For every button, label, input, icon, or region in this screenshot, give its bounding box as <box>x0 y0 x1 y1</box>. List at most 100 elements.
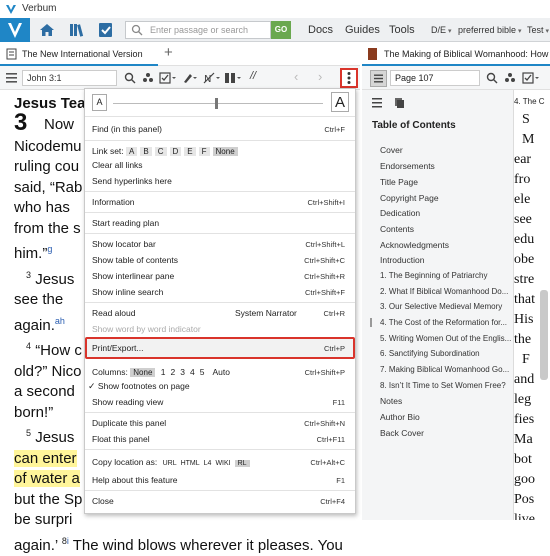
copy-as-url[interactable]: URL <box>163 460 177 467</box>
copy-as-l4[interactable]: L4 <box>204 460 212 467</box>
toc-item[interactable]: 8. Isn’t It Time to Set Women Free? <box>380 381 506 390</box>
toc-item-active[interactable]: 4. The Cost of the Reformation for... <box>370 318 507 327</box>
right-panel-menu-button[interactable] <box>370 70 387 87</box>
show-footnotes-on-page[interactable]: ✓ Show footnotes on page <box>88 381 190 392</box>
verbum-home-button[interactable] <box>0 18 30 42</box>
page-input[interactable]: Page 107 <box>390 70 480 86</box>
zoom-larger-button[interactable]: A <box>331 92 349 112</box>
print-export-item[interactable]: Print/Export... <box>92 343 144 353</box>
toc-item[interactable]: Cover <box>380 145 403 155</box>
show-locator-bar[interactable]: Show locator bar <box>92 239 156 249</box>
toc-item[interactable]: Back Cover <box>380 428 424 438</box>
link-set-none[interactable]: None <box>213 147 238 156</box>
toc-item[interactable]: Contents <box>380 224 414 234</box>
toc-item[interactable]: 2. What If Biblical Womanhood Do... <box>380 287 508 296</box>
show-inline-search[interactable]: Show inline search <box>92 287 163 297</box>
toc-item[interactable]: Dedication <box>380 208 420 218</box>
toc-item[interactable]: 3. Our Selective Medieval Memory <box>380 302 502 311</box>
forward-arrow-icon[interactable]: › <box>318 69 322 84</box>
right-view-options-icon[interactable] <box>522 72 542 84</box>
tasks-icon[interactable] <box>97 22 115 38</box>
columns-3[interactable]: 3 <box>180 367 185 377</box>
search-input[interactable]: Enter passage or search <box>125 21 271 39</box>
highlighter-icon[interactable] <box>182 72 198 84</box>
columns-2[interactable]: 2 <box>171 367 176 377</box>
send-hyperlinks-here[interactable]: Send hyperlinks here <box>92 176 172 186</box>
columns-4[interactable]: 4 <box>190 367 195 377</box>
link-set-c[interactable]: C <box>155 147 167 156</box>
link-set-b[interactable]: B <box>140 147 151 156</box>
columns-none[interactable]: None <box>130 368 155 377</box>
guides-menu[interactable]: Guides <box>345 18 380 42</box>
columns-5[interactable]: 5 <box>200 367 205 377</box>
go-button[interactable]: GO <box>271 21 291 39</box>
tab-making-of-biblical-womanhood[interactable]: The Making of Biblical Womanhood: How th… <box>362 42 550 66</box>
close-panel[interactable]: Close <box>92 496 114 506</box>
information-item[interactable]: Information <box>92 197 135 207</box>
back-arrow-icon[interactable]: ‹ <box>294 69 298 84</box>
toc-item[interactable]: Author Bio <box>380 412 420 422</box>
columns-auto[interactable]: Auto <box>212 367 230 377</box>
language-menu[interactable]: D/E ▾ <box>431 18 451 42</box>
read-aloud[interactable]: Read aloud <box>92 308 135 318</box>
duplicate-panel[interactable]: Duplicate this panel <box>92 418 166 428</box>
footnote-link[interactable]: i <box>67 536 69 546</box>
copy-as-rl[interactable]: RL <box>235 460 250 467</box>
no-highlight-icon[interactable]: N <box>203 72 221 84</box>
toc-item[interactable]: Notes <box>380 396 402 406</box>
tab-new-international-version[interactable]: The New International Version <box>0 42 158 66</box>
toc-item[interactable]: Acknowledgments <box>380 240 449 250</box>
toc-item[interactable]: 6. Sanctifying Subordination <box>380 349 480 358</box>
copy-as-html[interactable]: HTML <box>181 460 200 467</box>
clear-all-links[interactable]: Clear all links <box>92 160 143 170</box>
columns-1[interactable]: 1 <box>161 367 166 377</box>
link-set-a[interactable]: A <box>126 147 137 156</box>
parallel-resources-icon[interactable] <box>224 72 242 84</box>
zoom-smaller-button[interactable]: A <box>92 94 107 111</box>
toc-item[interactable]: 5. Writing Women Out of the Englis... <box>380 334 511 343</box>
show-table-of-contents[interactable]: Show table of contents <box>92 255 178 265</box>
zoom-slider[interactable] <box>113 103 323 104</box>
docs-menu[interactable]: Docs <box>308 18 333 42</box>
link-set-d[interactable]: D <box>170 147 182 156</box>
parallel-text-icon[interactable]: // <box>250 70 256 82</box>
tools-menu[interactable]: Tools <box>389 18 415 42</box>
toc-item[interactable]: Endorsements <box>380 161 435 171</box>
right-search-icon[interactable] <box>486 72 498 84</box>
zoom-slider-thumb[interactable] <box>215 98 218 109</box>
panel-options-button[interactable] <box>340 68 358 88</box>
toc-item[interactable]: Title Page <box>380 177 418 187</box>
view-options-icon[interactable] <box>159 72 177 84</box>
help-about-feature[interactable]: Help about this feature <box>92 475 178 485</box>
copy-as-wiki[interactable]: WIKI <box>215 460 230 467</box>
read-aloud-voice-select[interactable]: System Narrator <box>235 308 297 318</box>
reference-input[interactable]: John 3:1 <box>22 70 117 86</box>
float-panel[interactable]: Float this panel <box>92 434 150 444</box>
footnote-link[interactable]: g <box>47 244 52 254</box>
user-menu[interactable]: Test ▾ <box>527 18 549 42</box>
panel-menu-icon[interactable] <box>6 73 17 83</box>
toc-pages-icon[interactable] <box>394 97 405 108</box>
library-icon[interactable] <box>68 22 86 38</box>
footnote-link[interactable]: h <box>60 316 65 326</box>
toc-item[interactable]: Introduction <box>380 255 424 265</box>
toc-item[interactable]: 1. The Beginning of Patriarchy <box>380 271 487 280</box>
link-set-f[interactable]: F <box>199 147 210 156</box>
add-tab-icon[interactable]: + <box>164 44 173 61</box>
search-panel-icon[interactable] <box>124 72 136 84</box>
right-visual-filter-icon[interactable] <box>504 72 516 84</box>
link-set-e[interactable]: E <box>184 147 195 156</box>
find-in-panel[interactable]: Find (in this panel) <box>92 124 162 134</box>
home-icon[interactable] <box>38 22 56 38</box>
copy-location-row: Copy location as: URLHTMLL4WIKIRL <box>92 457 253 467</box>
toc-item[interactable]: 7. Making Biblical Womanhood Go... <box>380 365 509 374</box>
toc-list-icon[interactable] <box>372 98 382 108</box>
start-reading-plan[interactable]: Start reading plan <box>92 218 159 228</box>
show-reading-view[interactable]: Show reading view <box>92 397 163 407</box>
content-line: live <box>514 510 550 520</box>
visual-filter-icon[interactable] <box>142 72 154 84</box>
preferred-bible-menu[interactable]: preferred bible ▾ <box>458 18 522 42</box>
right-scrollbar[interactable] <box>540 290 548 380</box>
toc-item[interactable]: Copyright Page <box>380 193 439 203</box>
show-interlinear-pane[interactable]: Show interlinear pane <box>92 271 174 281</box>
